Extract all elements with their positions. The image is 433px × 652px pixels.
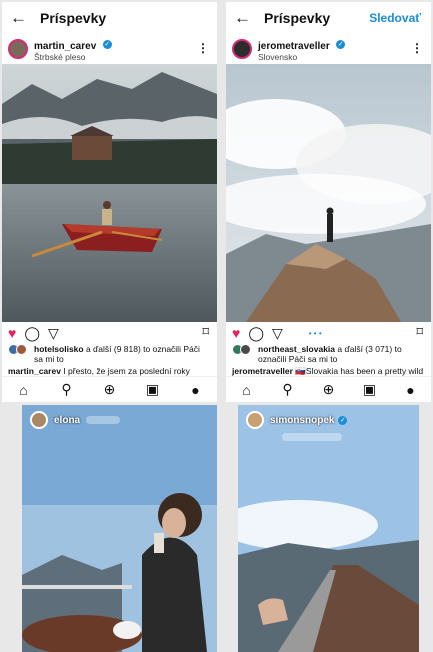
- story-simonsnopek[interactable]: simonsnopek ✓: [238, 405, 419, 652]
- home-icon[interactable]: ⌂: [14, 382, 34, 398]
- top-bar: ← Príspevky Sledovať: [226, 2, 431, 34]
- right-feed-screen: ← Príspevky Sledovať jerometraveller ✓ S…: [226, 2, 431, 402]
- post-actions: ♥ ◯ ▽ ⌑: [2, 322, 217, 344]
- page-title: Príspevky: [264, 10, 331, 26]
- top-bar: ← Príspevky: [2, 2, 217, 34]
- caption-username[interactable]: martin_carev: [8, 366, 61, 376]
- avatar[interactable]: [246, 411, 264, 429]
- profile-avatar[interactable]: ●: [186, 382, 206, 398]
- bookmark-icon[interactable]: ⌑: [202, 324, 209, 340]
- add-post-icon[interactable]: ⊕: [319, 381, 339, 398]
- bookmark-icon[interactable]: ⌑: [416, 324, 423, 340]
- story-photo: [22, 405, 217, 652]
- username[interactable]: martin_carev: [34, 41, 96, 52]
- story-username[interactable]: elona: [54, 415, 80, 426]
- caption-username[interactable]: jerometraveller: [232, 366, 293, 376]
- left-feed-screen: ← Príspevky martin_carev ✓ Štrbské pleso…: [2, 2, 217, 402]
- reels-icon[interactable]: ▣: [143, 381, 163, 398]
- profile-avatar[interactable]: ●: [401, 382, 421, 398]
- story-tag: [282, 433, 342, 441]
- liker-avatars: [8, 344, 30, 356]
- story-elona[interactable]: elona: [22, 405, 217, 652]
- verified-icon: ✓: [102, 39, 112, 49]
- more-options-icon[interactable]: ⋮: [197, 41, 209, 55]
- story-tag: [86, 416, 121, 424]
- reels-icon[interactable]: ▣: [360, 381, 380, 398]
- lake-boat-photo: [2, 64, 217, 322]
- heart-icon[interactable]: ♥: [232, 325, 240, 341]
- comment-icon[interactable]: ◯: [248, 325, 264, 342]
- search-icon[interactable]: ⚲: [57, 381, 77, 398]
- story-header: elona: [30, 411, 121, 429]
- story-photo: [238, 405, 419, 652]
- liked-by-user[interactable]: hotelsolisko: [34, 344, 84, 354]
- username[interactable]: jerometraveller: [258, 41, 330, 52]
- back-arrow-icon[interactable]: ←: [10, 8, 32, 28]
- heart-icon[interactable]: ♥: [8, 325, 16, 341]
- story-username[interactable]: simonsnopek: [270, 415, 334, 426]
- comment-icon[interactable]: ◯: [24, 325, 40, 342]
- share-icon[interactable]: ▽: [272, 325, 283, 342]
- likes-row: northeast_slovakia a ďalší (3 071) to oz…: [226, 344, 431, 364]
- avatar[interactable]: [30, 411, 48, 429]
- post-photo[interactable]: [226, 64, 431, 322]
- back-arrow-icon[interactable]: ←: [234, 8, 256, 28]
- bottom-nav: ⌂ ⚲ ⊕ ▣ ●: [2, 376, 217, 402]
- verified-icon: ✓: [338, 415, 348, 425]
- more-options-icon[interactable]: ⋮: [411, 41, 423, 55]
- follow-button[interactable]: Sledovať: [369, 11, 421, 25]
- post-header: martin_carev ✓ Štrbské pleso ⋮: [2, 34, 217, 64]
- add-post-icon[interactable]: ⊕: [100, 381, 120, 398]
- avatar[interactable]: [8, 39, 28, 59]
- share-icon[interactable]: ▽: [48, 325, 59, 342]
- home-icon[interactable]: ⌂: [237, 382, 257, 398]
- search-icon[interactable]: ⚲: [278, 381, 298, 398]
- mountain-peak-photo: [226, 64, 431, 322]
- liker-avatars: [232, 344, 254, 356]
- location[interactable]: Slovensko: [258, 52, 345, 62]
- post-header: jerometraveller ✓ Slovensko ⋮: [226, 34, 431, 64]
- story-header: simonsnopek ✓: [246, 411, 348, 429]
- liked-by-user[interactable]: northeast_slovakia: [258, 344, 335, 354]
- page-title: Príspevky: [40, 10, 107, 26]
- post-actions: ♥ ◯ ▽ • • • ⌑: [226, 322, 431, 344]
- carousel-dots: • • •: [308, 328, 322, 338]
- post-photo[interactable]: [2, 64, 217, 322]
- avatar[interactable]: [232, 39, 252, 59]
- likes-row: hotelsolisko a ďalší (9 818) to označili…: [2, 344, 217, 364]
- bottom-nav: ⌂ ⚲ ⊕ ▣ ●: [226, 376, 431, 402]
- location[interactable]: Štrbské pleso: [34, 52, 112, 62]
- verified-icon: ✓: [336, 39, 346, 49]
